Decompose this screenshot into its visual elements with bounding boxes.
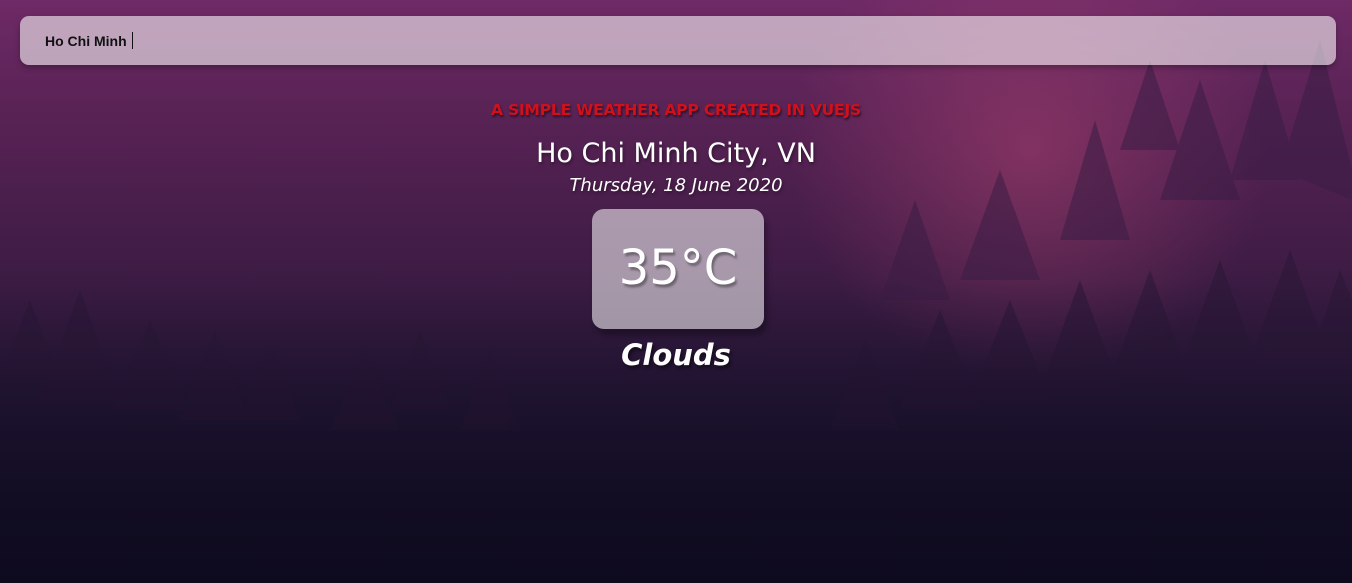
- search-bar[interactable]: [20, 16, 1336, 65]
- weather-condition: Clouds: [621, 338, 731, 372]
- temperature-card: 35°C: [592, 209, 764, 329]
- temperature-value: 35°C: [618, 240, 738, 296]
- app-tagline: A SIMPLE WEATHER APP CREATED IN VUEJS: [491, 101, 861, 119]
- text-cursor: [132, 32, 133, 49]
- location-name: Ho Chi Minh City, VN: [536, 138, 816, 169]
- current-date: Thursday, 18 June 2020: [569, 175, 783, 196]
- search-input[interactable]: [20, 16, 1336, 65]
